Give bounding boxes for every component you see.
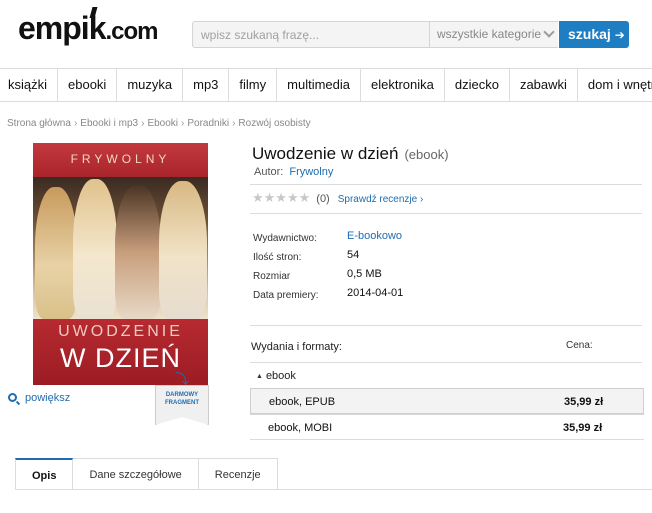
breadcrumb-separator: › (181, 118, 185, 129)
nav-item-mp3[interactable]: mp3 (183, 69, 230, 101)
tab-dane-szczegolowe[interactable]: Dane szczegółowe (73, 458, 199, 490)
breadcrumb-item[interactable]: Poradniki (187, 118, 229, 129)
cover-title-line1: UWODZENIE (58, 323, 183, 340)
ribbon-text: DARMOWY FRAGMENT (155, 391, 209, 407)
logo-domain: .com (105, 18, 158, 45)
breadcrumb-item[interactable]: Ebooki i mp3 (80, 118, 138, 129)
rating-count: (0) (316, 193, 330, 205)
search-button-label: szukaj (568, 26, 611, 42)
magnifier-icon (8, 393, 17, 402)
nav-item-filmy[interactable]: filmy (229, 69, 278, 101)
price-header: Cena: (566, 340, 593, 351)
ribbon-text-line2: FRAGMENT (165, 400, 199, 406)
divider (250, 213, 642, 214)
nav-item-ksiazki[interactable]: książki (0, 69, 59, 101)
detail-key: Rozmiar (253, 271, 291, 282)
tab-recenzje[interactable]: Recenzje (198, 458, 278, 490)
product-format: (ebook) (404, 147, 449, 162)
nav-item-ebooki[interactable]: ebooki (58, 69, 118, 101)
nav-item-muzyka[interactable]: muzyka (117, 69, 184, 101)
category-select-label: wszystkie kategorie (437, 27, 542, 41)
edition-row-mobi[interactable]: ebook, MOBI 35,99 zł (250, 414, 644, 440)
book-cover[interactable]: FRYWOLNY UWODZENIE W DZIEŃ (33, 143, 208, 385)
breadcrumb-separator: › (232, 118, 236, 129)
empik-logo[interactable]: empik.com (18, 7, 159, 47)
nav-item-dziecko[interactable]: dziecko (445, 69, 510, 101)
cover-photo (33, 177, 208, 319)
tabs-baseline (15, 489, 652, 490)
product-title: Uwodzenie w dzień (ebook) (252, 144, 449, 164)
search-input[interactable] (193, 22, 429, 47)
nav-item-multimedia[interactable]: multimedia (277, 69, 361, 101)
author-label: Autor: (254, 166, 284, 178)
edition-price: 35,99 zł (563, 422, 603, 434)
cover-figure (159, 181, 207, 319)
edition-name: ebook, MOBI (268, 422, 333, 434)
divider (250, 362, 642, 363)
edition-price: 35,99 zł (564, 396, 604, 408)
free-sample-ribbon[interactable]: ⤵ DARMOWY FRAGMENT (155, 371, 209, 425)
cover-title-line2: W DZIEŃ (60, 343, 181, 373)
cover-figure (73, 179, 117, 319)
search-button[interactable]: szukaj ➔ (559, 21, 629, 48)
edition-group-label: ebook (265, 370, 296, 382)
detail-value: 0,5 MB (347, 268, 382, 280)
cover-author: FRYWOLNY (70, 152, 171, 166)
breadcrumb-separator: › (73, 118, 78, 129)
chevron-down-icon (543, 26, 555, 38)
divider (250, 439, 644, 440)
detail-key: Data premiery: (253, 290, 319, 301)
publisher-link[interactable]: E-bookowo (347, 230, 402, 242)
rating: ★★★★★ (0) Sprawdź recenzje › (252, 190, 423, 206)
check-reviews-link[interactable]: Sprawdź recenzje › (338, 194, 424, 205)
divider (250, 184, 642, 185)
edition-name: ebook, EPUB (269, 396, 336, 408)
cover-figure (35, 187, 77, 319)
site-header: empik.com wszystkie kategorie szukaj ➔ (0, 0, 652, 68)
curved-arrow-icon: ⤵ (175, 371, 189, 387)
detail-value: 2014-04-01 (347, 287, 404, 299)
zoom-label: powiększ (25, 392, 71, 404)
detail-key: Wydawnictwo: (253, 233, 317, 244)
breadcrumb-item[interactable]: Strona główna (7, 118, 71, 129)
breadcrumb-item[interactable]: Rozwój osobisty (238, 118, 310, 129)
product-title-text: Uwodzenie w dzień (252, 144, 399, 163)
nav-item-dom-i-wnetrze[interactable]: dom i wnętrze (578, 69, 652, 101)
category-select[interactable]: wszystkie kategorie (429, 22, 559, 47)
author-link[interactable]: Frywolny (289, 166, 333, 178)
main-navigation: książki ebooki muzyka mp3 filmy multimed… (0, 68, 652, 102)
breadcrumb-separator: › (141, 118, 145, 129)
rating-stars-icon: ★★★★★ (252, 190, 311, 205)
zoom-link[interactable]: powiększ (8, 392, 70, 404)
edition-row-epub[interactable]: ebook, EPUB 35,99 zł (250, 388, 644, 414)
author-line: Autor: Frywolny (254, 166, 333, 178)
nav-item-elektronika[interactable]: elektronika (361, 69, 445, 101)
caret-up-icon: ▲ (256, 373, 263, 380)
search-bar: wszystkie kategorie (192, 21, 558, 48)
nav-item-zabawki[interactable]: zabawki (510, 69, 578, 101)
edition-group-toggle[interactable]: ▲ ebook (256, 370, 296, 382)
divider (250, 325, 642, 326)
breadcrumb-item[interactable]: Ebooki (147, 118, 178, 129)
ribbon-text-line1: DARMOWY (165, 392, 199, 398)
tab-opis[interactable]: Opis (15, 458, 74, 490)
breadcrumb: Strona główna › Ebooki i mp3 › Ebooki › Poradn… (7, 118, 311, 129)
detail-value: 54 (347, 249, 360, 261)
product-tabs: Opis Dane szczegółowe Recenzje (15, 458, 278, 490)
detail-key: Ilość stron: (253, 252, 302, 263)
arrow-right-icon: ➔ (614, 28, 625, 42)
editions-header: Wydania i formaty: (251, 341, 342, 353)
cover-figure (115, 185, 161, 319)
